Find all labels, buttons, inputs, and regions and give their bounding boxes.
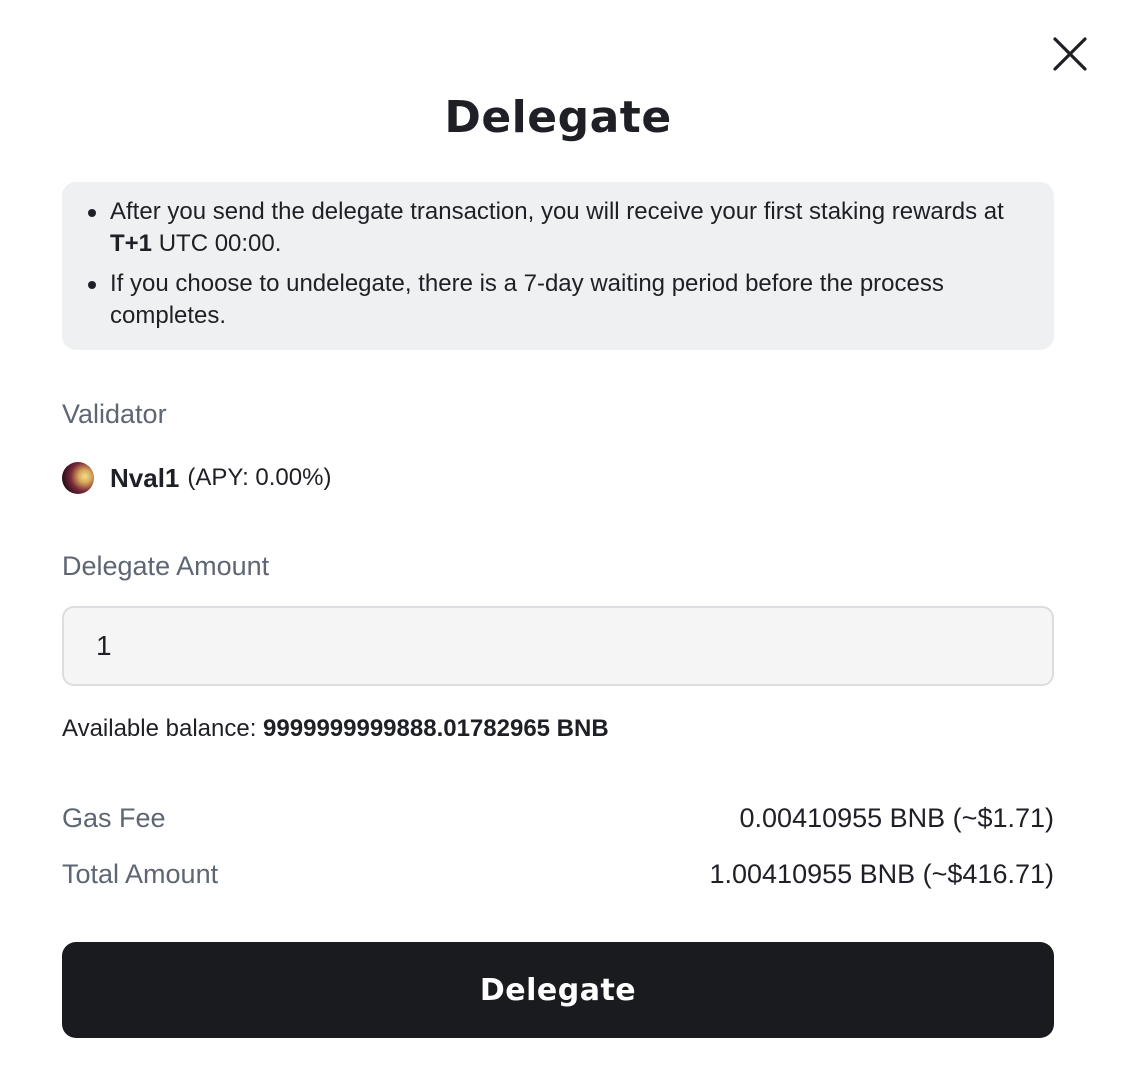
notice-item-rewards: After you send the delegate transaction,… [88,196,1034,260]
validator-label: Validator [62,399,167,429]
notice-item-rewards-bold: T+1 [110,230,153,257]
close-icon [1050,34,1090,74]
validator-row: Nval1 (APY: 0.00%) [62,460,331,496]
gas-fee-row: Gas Fee 0.00410955 BNB (~$1.71) [62,800,1054,836]
total-amount-label: Total Amount [62,859,219,889]
total-amount-row: Total Amount 1.00410955 BNB (~$416.71) [62,856,1054,892]
available-balance-label: Available balance: [62,715,264,742]
gas-fee-value: 0.00410955 BNB (~$1.71) [739,803,1054,833]
delegate-amount-label: Delegate Amount [62,551,270,581]
validator-name: Nval1 [110,462,180,493]
delegate-submit-button[interactable]: Delegate [62,942,1054,1038]
delegate-amount-input[interactable] [62,606,1054,686]
dialog-title: Delegate [444,92,672,143]
available-balance-value: 9999999999888.01782965 BNB [263,715,609,742]
info-notice: After you send the delegate transaction,… [62,182,1054,350]
gas-fee-label: Gas Fee [62,803,166,833]
notice-item-undelegate: If you choose to undelegate, there is a … [88,268,1034,332]
total-amount-value: 1.00410955 BNB (~$416.71) [709,859,1054,889]
available-balance: Available balance: 9999999999888.0178296… [62,712,609,746]
notice-item-rewards-suffix: UTC 00:00. [152,230,282,257]
notice-list: After you send the delegate transaction,… [82,196,1034,332]
validator-apy: (APY: 0.00%) [187,464,332,491]
close-button[interactable] [1046,30,1094,78]
validator-avatar [62,462,94,494]
notice-item-rewards-prefix: After you send the delegate transaction,… [110,198,1004,225]
